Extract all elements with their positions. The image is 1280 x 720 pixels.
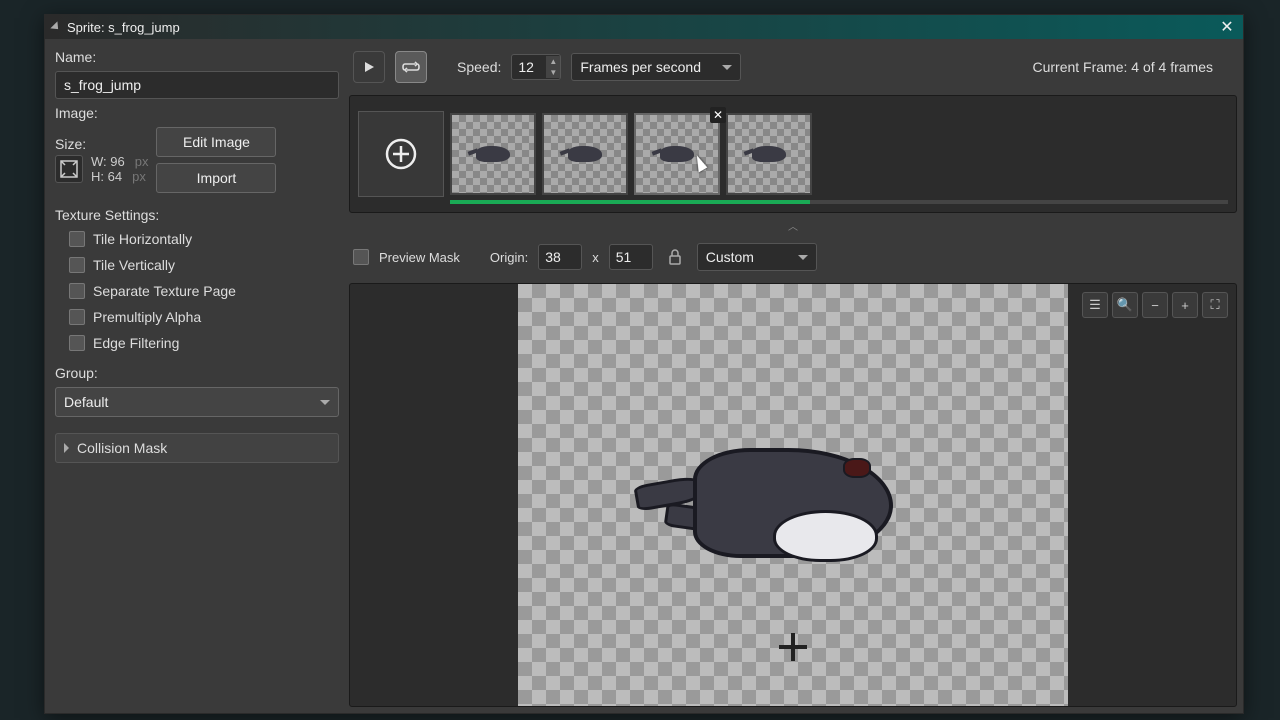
checkbox-icon[interactable] [69, 257, 85, 273]
add-frame-button[interactable] [358, 111, 444, 197]
zoom-options-icon[interactable]: ☰ [1082, 292, 1108, 318]
speed-unit-dropdown[interactable]: Frames per second [571, 53, 741, 81]
origin-x-input[interactable] [538, 244, 582, 270]
group-label: Group: [55, 365, 339, 381]
properties-panel: Name: Image: Size: W: 96px H: 64px [51, 45, 343, 707]
preview-mask-checkbox[interactable] [353, 249, 369, 265]
speed-input[interactable] [512, 55, 546, 79]
current-frame-status: Current Frame: 4 of 4 frames [1032, 59, 1213, 75]
tile-horizontally-row[interactable]: Tile Horizontally [55, 229, 339, 249]
collapse-handle-icon[interactable]: ︿ [349, 219, 1237, 231]
speed-label: Speed: [457, 59, 501, 75]
chevron-down-icon [722, 65, 732, 70]
name-label: Name: [55, 49, 339, 65]
preview-mask-label: Preview Mask [379, 250, 460, 265]
origin-label: Origin: [490, 250, 528, 265]
chevron-right-icon [64, 443, 69, 453]
frames-timeline[interactable] [450, 200, 1228, 204]
size-info: W: 96px H: 64px [91, 154, 148, 184]
separate-texture-page-row[interactable]: Separate Texture Page [55, 281, 339, 301]
frame-thumb-3[interactable]: ✕ [634, 113, 720, 195]
zoom-reset-icon[interactable]: 🔍 [1112, 292, 1138, 318]
loop-button[interactable] [395, 51, 427, 83]
frame-thumb-1[interactable] [450, 113, 536, 195]
speed-up-button[interactable]: ▲ [546, 56, 560, 67]
origin-sep: x [592, 250, 599, 265]
checkbox-icon[interactable] [69, 335, 85, 351]
image-label: Image: [55, 105, 339, 121]
zoom-in-icon[interactable]: + [1172, 292, 1198, 318]
origin-crosshair-icon[interactable] [779, 633, 807, 661]
checkbox-icon[interactable] [69, 283, 85, 299]
resize-icon[interactable] [55, 155, 83, 183]
chevron-down-icon [798, 255, 808, 260]
premultiply-alpha-row[interactable]: Premultiply Alpha [55, 307, 339, 327]
edit-image-button[interactable]: Edit Image [156, 127, 276, 157]
name-field[interactable] [55, 71, 339, 99]
play-button[interactable] [353, 51, 385, 83]
size-row: Size: W: 96px H: 64px Edit Image Import [55, 127, 339, 193]
sprite-preview [693, 448, 893, 558]
origin-y-input[interactable] [609, 244, 653, 270]
window-title: Sprite: s_frog_jump [67, 20, 180, 35]
speed-spinner[interactable]: ▲ ▼ [511, 54, 561, 80]
checkbox-icon[interactable] [69, 309, 85, 325]
frame-thumb-4[interactable] [726, 113, 812, 195]
zoom-out-icon[interactable]: − [1142, 292, 1168, 318]
delete-frame-icon[interactable]: ✕ [710, 107, 726, 123]
checkbox-icon[interactable] [69, 231, 85, 247]
frame-thumb-2[interactable] [542, 113, 628, 195]
texture-group-dropdown[interactable]: Default [55, 387, 339, 417]
preview-panel: Speed: ▲ ▼ Frames per second Current Fra… [349, 45, 1237, 707]
playback-toolbar: Speed: ▲ ▼ Frames per second Current Fra… [349, 45, 1237, 89]
speed-down-button[interactable]: ▼ [546, 67, 560, 78]
import-button[interactable]: Import [156, 163, 276, 193]
titlebar[interactable]: Sprite: s_frog_jump ✕ [45, 15, 1243, 39]
sprite-editor-window: Sprite: s_frog_jump ✕ Name: Image: Size:… [44, 14, 1244, 714]
cursor-icon [691, 154, 708, 173]
tile-vertically-row[interactable]: Tile Vertically [55, 255, 339, 275]
frames-strip: ✕ [349, 95, 1237, 213]
fullscreen-icon[interactable]: ⛶ [1202, 292, 1228, 318]
texture-settings-label: Texture Settings: [55, 207, 339, 223]
content: Name: Image: Size: W: 96px H: 64px [45, 39, 1243, 713]
checker-background [518, 284, 1068, 706]
close-icon[interactable]: ✕ [1217, 17, 1237, 37]
edge-filtering-row[interactable]: Edge Filtering [55, 333, 339, 353]
lock-origin-icon[interactable] [663, 245, 687, 269]
zoom-tools: ☰ 🔍 − + ⛶ [1082, 292, 1228, 318]
collision-mask-section[interactable]: Collision Mask [55, 433, 339, 463]
sprite-canvas[interactable]: ☰ 🔍 − + ⛶ [349, 283, 1237, 707]
origin-mode-dropdown[interactable]: Custom [697, 243, 817, 271]
chevron-down-icon [320, 400, 330, 405]
collapse-triangle-icon[interactable] [50, 21, 61, 32]
origin-bar: Preview Mask Origin: x Custom [349, 237, 1237, 277]
size-label: Size: [55, 136, 148, 152]
